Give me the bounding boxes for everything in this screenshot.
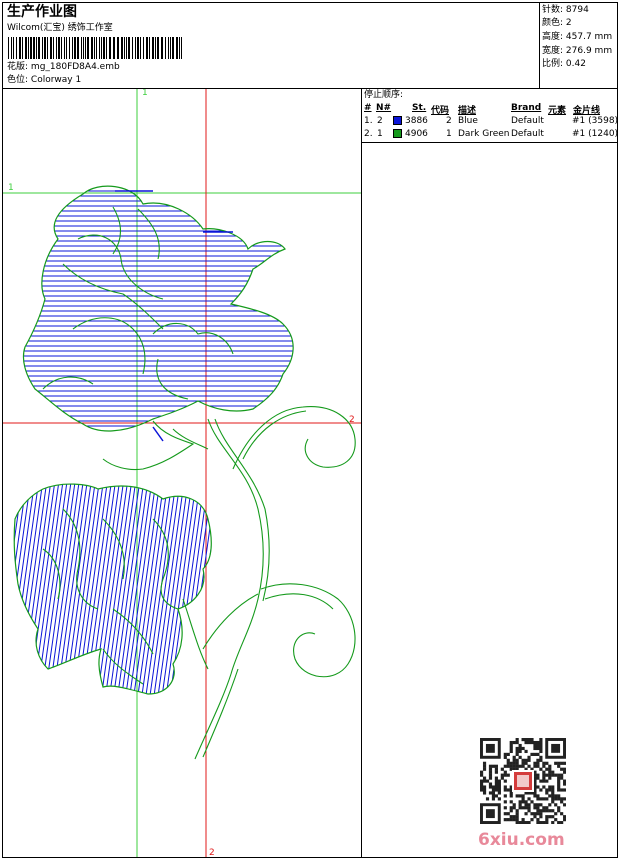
stat-label: 颜色: xyxy=(542,18,564,28)
design-file: 花版: mg_180FD8A4.emb xyxy=(7,62,120,73)
stat-label: 针数: xyxy=(542,5,564,15)
row-sequin: #1 (1240) xyxy=(572,129,619,139)
stat-label: 高度: xyxy=(542,32,564,42)
col-header-stitches: St. xyxy=(412,103,427,113)
row-code: 1 xyxy=(446,129,452,139)
barcode xyxy=(8,37,182,59)
guide-label-h1: 1 xyxy=(8,183,14,193)
stat-colors: 颜色: 2 xyxy=(542,17,572,29)
row-index: 1. xyxy=(364,116,373,126)
col-header-element: 元素 xyxy=(548,106,567,116)
lower-rose xyxy=(13,483,212,695)
watermark: 6xiu.com xyxy=(478,830,565,850)
row-stitches: 3886 xyxy=(405,116,428,126)
row-code: 2 xyxy=(446,116,452,126)
colorway-value: Colorway 1 xyxy=(30,75,82,85)
guide-label-v1: 1 xyxy=(142,89,148,98)
row-index: 2. xyxy=(364,129,373,139)
panel-divider xyxy=(361,88,362,858)
table-divider xyxy=(361,142,618,143)
company-name: Wilcom(汇宝) 绣饰工作室 xyxy=(7,23,113,33)
color-swatch xyxy=(393,129,402,138)
stat-width: 宽度: 276.9 mm xyxy=(542,45,612,57)
row-n: 1 xyxy=(377,129,383,139)
stats-divider xyxy=(539,2,540,88)
row-desc: Dark Green xyxy=(458,129,510,139)
guide-label-h2: 2 xyxy=(349,415,355,425)
stat-value: 457.7 mm xyxy=(565,32,613,42)
col-header-desc: 描述 xyxy=(458,106,477,116)
row-sequin: #1 (3598) xyxy=(572,116,619,126)
color-swatch xyxy=(393,116,402,125)
page-title: 生产作业图 xyxy=(7,4,77,20)
colorway-label: 色位: xyxy=(7,75,29,85)
design-label: 花版: xyxy=(7,62,29,72)
guide-label-v2: 2 xyxy=(209,848,215,857)
stat-value: 276.9 mm xyxy=(565,46,613,56)
row-desc: Blue xyxy=(458,116,478,126)
stat-value: 8794 xyxy=(565,5,589,15)
col-header-n: N# xyxy=(376,103,392,113)
stat-stitches: 针数: 8794 xyxy=(542,4,589,16)
stat-label: 宽度: xyxy=(542,46,564,56)
col-header-code: 代码 xyxy=(431,106,450,116)
stat-value: 0.42 xyxy=(565,59,586,69)
qr-code xyxy=(480,738,566,824)
stop-sequence-title: 停止顺序: xyxy=(364,90,404,100)
stat-height: 高度: 457.7 mm xyxy=(542,31,612,43)
row-n: 2 xyxy=(377,116,383,126)
row-brand: Default xyxy=(511,116,544,126)
embroidery-preview: 1 1 2 2 xyxy=(3,89,361,857)
upper-rose xyxy=(22,185,294,432)
stat-value: 2 xyxy=(565,18,572,28)
stat-label: 比例: xyxy=(542,59,564,69)
col-header-brand: Brand xyxy=(511,103,542,113)
row-stitches: 4906 xyxy=(405,129,428,139)
row-brand: Default xyxy=(511,129,544,139)
stat-scale: 比例: 0.42 xyxy=(542,58,586,70)
col-header-sequin: 金片线 xyxy=(573,106,601,116)
design-value: mg_180FD8A4.emb xyxy=(30,62,120,72)
colorway: 色位: Colorway 1 xyxy=(7,75,81,86)
col-header-index: # xyxy=(364,103,372,113)
